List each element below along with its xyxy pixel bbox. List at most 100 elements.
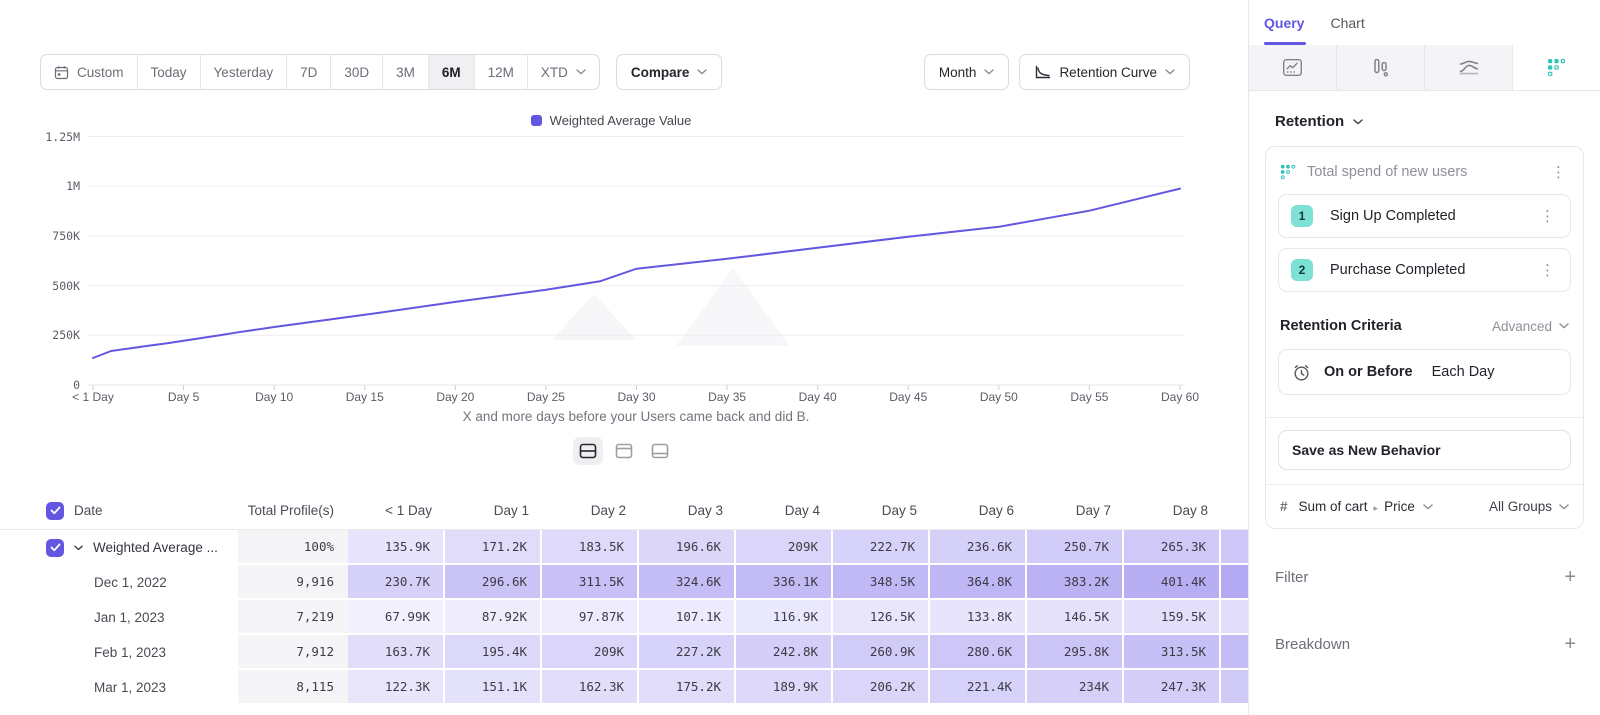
retention-value-cell[interactable]: 67.99K bbox=[348, 600, 445, 635]
retention-value-cell-clipped[interactable] bbox=[1221, 635, 1248, 670]
retention-timing-selector[interactable]: On or Before Each Day bbox=[1278, 349, 1571, 395]
retention-value-cell[interactable]: 222.7K bbox=[833, 530, 930, 565]
measure-property-dropdown[interactable]: Sum of cart▸Price bbox=[1299, 499, 1415, 514]
retention-value-cell[interactable]: 195.4K bbox=[445, 635, 542, 670]
retention-value-cell[interactable]: 265.3K bbox=[1124, 530, 1221, 565]
retention-value-cell[interactable]: 183.5K bbox=[542, 530, 639, 565]
retention-value-cell[interactable]: 87.92K bbox=[445, 600, 542, 635]
retention-value-cell[interactable]: 236.6K bbox=[930, 530, 1027, 565]
report-tab-insights[interactable] bbox=[1249, 45, 1337, 90]
retention-table: DateTotal Profile(s)< 1 DayDay 1Day 2Day… bbox=[0, 492, 1248, 705]
retention-value-cell[interactable]: 159.5K bbox=[1124, 600, 1221, 635]
retention-value-cell-clipped[interactable] bbox=[1221, 600, 1248, 635]
retention-value-cell[interactable]: 280.6K bbox=[930, 635, 1027, 670]
timing-window: Each Day bbox=[1432, 364, 1495, 380]
add-breakdown-button[interactable]: + bbox=[1564, 634, 1576, 654]
range-today-button[interactable]: Today bbox=[137, 55, 200, 89]
table-view-toggle[interactable] bbox=[645, 437, 675, 465]
retention-value-cell[interactable]: 336.1K bbox=[736, 565, 833, 600]
retention-value-cell[interactable]: 247.3K bbox=[1124, 670, 1221, 705]
tab-chart[interactable]: Chart bbox=[1330, 0, 1364, 45]
retention-value-cell[interactable]: 122.3K bbox=[348, 670, 445, 705]
row-checkbox[interactable] bbox=[46, 539, 64, 557]
retention-value-cell[interactable]: 151.1K bbox=[445, 670, 542, 705]
retention-value-cell-clipped[interactable] bbox=[1221, 530, 1248, 565]
behavior-step-purchase-completed[interactable]: 2Purchase Completed⋮ bbox=[1278, 248, 1571, 292]
range-yesterday-button[interactable]: Yesterday bbox=[200, 55, 287, 89]
kebab-menu-icon[interactable]: ⋮ bbox=[1537, 263, 1558, 278]
query-type-dropdown[interactable]: Retention bbox=[1265, 113, 1584, 130]
retention-value-cell[interactable]: 401.4K bbox=[1124, 565, 1221, 600]
compare-button[interactable]: Compare bbox=[616, 54, 723, 90]
retention-value-cell[interactable]: 295.8K bbox=[1027, 635, 1124, 670]
retention-value-cell[interactable]: 107.1K bbox=[639, 600, 736, 635]
retention-value-cell[interactable]: 221.4K bbox=[930, 670, 1027, 705]
behavior-step-sign-up-completed[interactable]: 1Sign Up Completed⋮ bbox=[1278, 194, 1571, 238]
save-as-new-behavior-button[interactable]: Save as New Behavior bbox=[1278, 430, 1571, 470]
kebab-menu-icon[interactable]: ⋮ bbox=[1548, 165, 1569, 180]
y-tick-label: 1.25M bbox=[8, 130, 80, 144]
total-profiles-cell: 9,916 bbox=[238, 565, 348, 600]
table-header-row: DateTotal Profile(s)< 1 DayDay 1Day 2Day… bbox=[0, 492, 1248, 530]
range-custom-button[interactable]: Custom bbox=[41, 55, 137, 89]
retention-value-cell[interactable]: 135.9K bbox=[348, 530, 445, 565]
retention-value-cell[interactable]: 133.8K bbox=[930, 600, 1027, 635]
retention-value-cell[interactable]: 206.2K bbox=[833, 670, 930, 705]
retention-value-cell[interactable]: 196.6K bbox=[639, 530, 736, 565]
report-tab-flows[interactable] bbox=[1425, 45, 1513, 90]
chart-type-dropdown[interactable]: Retention Curve bbox=[1019, 54, 1190, 90]
retention-value-cell[interactable]: 171.2K bbox=[445, 530, 542, 565]
range-7d-button[interactable]: 7D bbox=[286, 55, 330, 89]
retention-value-cell[interactable]: 250.7K bbox=[1027, 530, 1124, 565]
tab-query[interactable]: Query bbox=[1264, 0, 1304, 45]
range-3m-button[interactable]: 3M bbox=[382, 55, 428, 89]
retention-value-cell[interactable]: 313.5K bbox=[1124, 635, 1221, 670]
report-tab-funnels[interactable] bbox=[1337, 45, 1425, 90]
retention-value-cell[interactable]: 324.6K bbox=[639, 565, 736, 600]
retention-value-cell[interactable]: 383.2K bbox=[1027, 565, 1124, 600]
retention-value-cell[interactable]: 234K bbox=[1027, 670, 1124, 705]
retention-dots-icon bbox=[1280, 164, 1296, 180]
retention-curve-icon bbox=[1034, 65, 1051, 80]
retention-value-cell[interactable]: 163.7K bbox=[348, 635, 445, 670]
range-xtd-button[interactable]: XTD bbox=[527, 55, 599, 89]
retention-value-cell[interactable]: 364.8K bbox=[930, 565, 1027, 600]
retention-value-cell[interactable]: 97.87K bbox=[542, 600, 639, 635]
header-day-4: Day 4 bbox=[736, 492, 833, 529]
retention-value-cell[interactable]: 227.2K bbox=[639, 635, 736, 670]
retention-value-cell[interactable]: 311.5K bbox=[542, 565, 639, 600]
retention-value-cell[interactable]: 116.9K bbox=[736, 600, 833, 635]
retention-value-cell[interactable]: 162.3K bbox=[542, 670, 639, 705]
range-12m-button[interactable]: 12M bbox=[474, 55, 527, 89]
retention-value-cell[interactable]: 230.7K bbox=[348, 565, 445, 600]
header-day-8: Day 8 bbox=[1124, 492, 1221, 529]
retention-value-cell-clipped[interactable] bbox=[1221, 670, 1248, 705]
chart-view-toggle[interactable] bbox=[609, 437, 639, 465]
granularity-dropdown[interactable]: Month bbox=[924, 54, 1010, 90]
kebab-menu-icon[interactable]: ⋮ bbox=[1537, 209, 1558, 224]
retention-value-cell[interactable]: 175.2K bbox=[639, 670, 736, 705]
watermark-triangle bbox=[552, 294, 636, 340]
retention-value-cell-clipped[interactable] bbox=[1221, 565, 1248, 600]
range-6m-button[interactable]: 6M bbox=[428, 55, 474, 89]
add-filter-button[interactable]: + bbox=[1564, 567, 1576, 587]
report-tab-retention[interactable] bbox=[1513, 45, 1600, 90]
query-type-label: Retention bbox=[1275, 113, 1344, 130]
expand-row-chevron-icon[interactable] bbox=[74, 545, 83, 551]
split-view-toggle[interactable] bbox=[573, 437, 603, 465]
retention-value-cell[interactable]: 146.5K bbox=[1027, 600, 1124, 635]
retention-value-cell[interactable]: 242.8K bbox=[736, 635, 833, 670]
retention-value-cell[interactable]: 348.5K bbox=[833, 565, 930, 600]
retention-value-cell[interactable]: 126.5K bbox=[833, 600, 930, 635]
step-number-badge: 1 bbox=[1291, 205, 1313, 227]
header-day-1: Day 1 bbox=[445, 492, 542, 529]
retention-value-cell[interactable]: 209K bbox=[736, 530, 833, 565]
range-30d-button[interactable]: 30D bbox=[330, 55, 382, 89]
groups-dropdown[interactable]: All Groups bbox=[1489, 499, 1569, 514]
retention-value-cell[interactable]: 209K bbox=[542, 635, 639, 670]
select-all-checkbox[interactable] bbox=[46, 502, 64, 520]
retention-value-cell[interactable]: 189.9K bbox=[736, 670, 833, 705]
retention-value-cell[interactable]: 260.9K bbox=[833, 635, 930, 670]
advanced-dropdown[interactable]: Advanced bbox=[1492, 319, 1569, 334]
retention-value-cell[interactable]: 296.6K bbox=[445, 565, 542, 600]
